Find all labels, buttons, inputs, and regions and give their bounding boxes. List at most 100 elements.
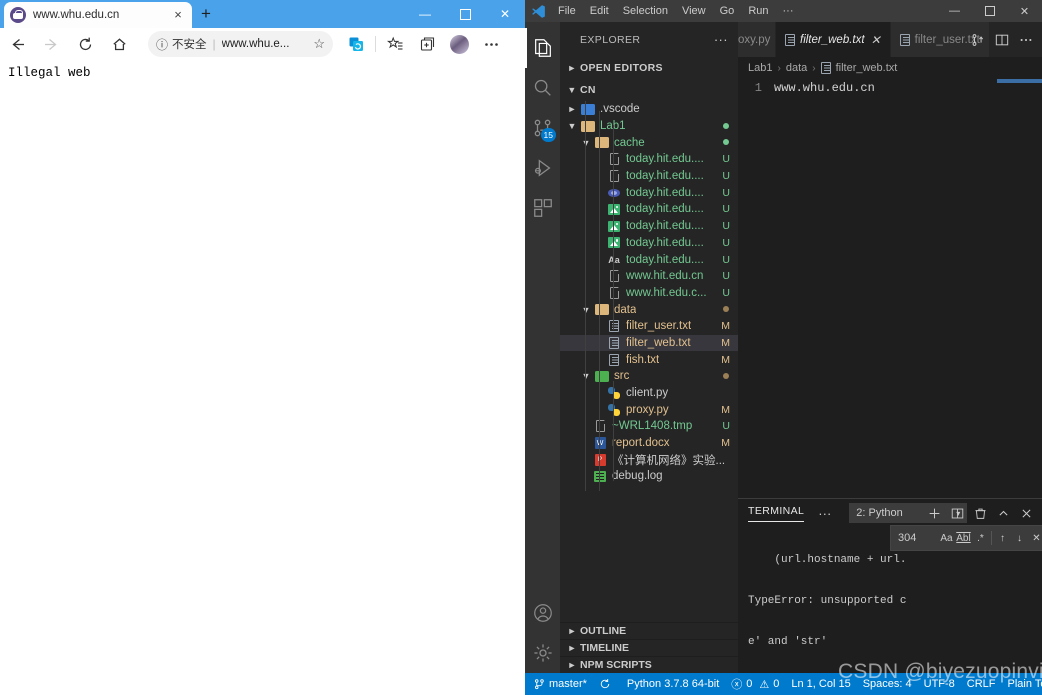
- menu-edit[interactable]: Edit: [583, 0, 616, 22]
- menu-selection[interactable]: Selection: [616, 0, 675, 22]
- editor-tab-proxy[interactable]: oxy.py: [738, 22, 776, 57]
- status-sync[interactable]: [593, 673, 621, 695]
- section-npm-scripts[interactable]: ► NPM SCRIPTS: [560, 656, 738, 673]
- menu-go[interactable]: Go: [713, 0, 742, 22]
- find-close-icon[interactable]: ✕: [1028, 529, 1042, 547]
- tree-item[interactable]: ▼ data: [560, 301, 738, 318]
- code-editor[interactable]: 1 www.whu.edu.cn: [738, 79, 1042, 529]
- whole-word-icon[interactable]: Abl: [955, 529, 972, 547]
- panel-more-icon[interactable]: ···: [818, 506, 831, 521]
- tree-item[interactable]: ▼ src: [560, 368, 738, 385]
- tree-item[interactable]: today.hit.edu.... U: [560, 201, 738, 218]
- minimize-button[interactable]: —: [405, 0, 445, 28]
- chevron-down-icon[interactable]: ▼: [564, 121, 580, 131]
- more-actions-icon[interactable]: [1014, 22, 1038, 57]
- vscode-minimize-button[interactable]: —: [937, 0, 972, 22]
- reload-icon[interactable]: [68, 30, 102, 60]
- tree-item[interactable]: Aatoday.hit.edu....U: [560, 251, 738, 268]
- back-icon[interactable]: [0, 30, 34, 60]
- status-eol[interactable]: CRLF: [961, 673, 1002, 695]
- minimap-slider[interactable]: [997, 79, 1042, 83]
- new-terminal-icon[interactable]: [923, 499, 946, 527]
- tree-item[interactable]: ► .vscode: [560, 101, 738, 118]
- chevron-down-icon[interactable]: ▼: [578, 371, 594, 381]
- section-outline[interactable]: ► OUTLINE: [560, 622, 738, 639]
- find-previous-icon[interactable]: ↑: [994, 529, 1011, 547]
- add-tab-icon[interactable]: [411, 31, 443, 57]
- home-icon[interactable]: [102, 30, 136, 60]
- tree-item[interactable]: today.hit.edu.... U: [560, 168, 738, 185]
- tree-item[interactable]: www.hit.edu.c... U: [560, 285, 738, 302]
- explorer-icon[interactable]: [525, 28, 560, 68]
- vscode-close-button[interactable]: ✕: [1007, 0, 1042, 22]
- browser-tab[interactable]: www.whu.edu.cn ×: [4, 2, 192, 28]
- menu-more[interactable]: ···: [776, 0, 801, 22]
- maximize-panel-icon[interactable]: [992, 499, 1015, 527]
- accounts-icon[interactable]: [525, 593, 560, 633]
- address-bar[interactable]: ⓘ 不安全 | www.whu.e... ☆: [148, 31, 333, 57]
- editor-tab-filter-web[interactable]: filter_web.txt ✕: [776, 22, 891, 57]
- status-branch[interactable]: master*: [525, 673, 593, 695]
- search-icon[interactable]: [525, 68, 560, 108]
- tree-item[interactable]: fish.txt M: [560, 351, 738, 368]
- menu-view[interactable]: View: [675, 0, 713, 22]
- close-button[interactable]: ✕: [485, 0, 525, 28]
- section-timeline[interactable]: ► TIMELINE: [560, 639, 738, 656]
- menu-file[interactable]: File: [551, 0, 583, 22]
- section-open-editors[interactable]: ► OPEN EDITORS: [560, 57, 738, 79]
- status-problems[interactable]: ⓧ 0 ⚠ 0: [725, 673, 785, 695]
- split-terminal-icon[interactable]: [946, 499, 969, 527]
- tree-item[interactable]: filter_user.txt M: [560, 318, 738, 335]
- match-case-icon[interactable]: Aa: [938, 529, 955, 547]
- breadcrumb-item-file[interactable]: filter_web.txt: [836, 62, 898, 74]
- tab-terminal[interactable]: TERMINAL: [748, 505, 805, 522]
- tree-item[interactable]: filter_web.txt M: [560, 334, 738, 352]
- more-icon[interactable]: [475, 31, 507, 57]
- chevron-right-icon[interactable]: ►: [564, 104, 580, 114]
- status-indentation[interactable]: Spaces: 4: [857, 673, 918, 695]
- section-workspace-root[interactable]: ▼ CN: [560, 79, 738, 101]
- menu-run[interactable]: Run: [741, 0, 775, 22]
- chevron-down-icon[interactable]: ▼: [578, 305, 594, 315]
- forward-icon[interactable]: [34, 30, 68, 60]
- close-panel-icon[interactable]: [1015, 499, 1038, 527]
- bookmark-star-icon[interactable]: ☆: [313, 36, 325, 52]
- close-tab-icon[interactable]: ✕: [871, 33, 881, 47]
- split-editor-icon[interactable]: [990, 22, 1014, 57]
- source-control-icon[interactable]: 15: [525, 108, 560, 148]
- tree-item[interactable]: ▼Lab1: [560, 118, 738, 135]
- tree-item[interactable]: proxy.py M: [560, 401, 738, 418]
- tree-item[interactable]: client.py: [560, 385, 738, 402]
- settings-gear-icon[interactable]: [525, 633, 560, 673]
- profile-avatar[interactable]: [443, 31, 475, 57]
- split-vertical-icon[interactable]: [966, 22, 990, 57]
- status-python[interactable]: Python 3.7.8 64-bit: [621, 673, 725, 695]
- extensions-icon[interactable]: [525, 188, 560, 228]
- tree-item[interactable]: today.hit.edu.... U: [560, 218, 738, 235]
- status-language-mode[interactable]: Plain Text: [1002, 673, 1042, 695]
- favorites-icon[interactable]: [379, 31, 411, 57]
- terminal-find-widget[interactable]: 304 Aa Abl .* ↑ ↓ ✕: [890, 525, 1042, 551]
- tree-item[interactable]: www.hit.edu.cn U: [560, 268, 738, 285]
- close-tab-icon[interactable]: ×: [170, 8, 186, 22]
- maximize-button[interactable]: [445, 0, 485, 28]
- tree-item[interactable]: debug.log: [560, 468, 738, 485]
- info-icon[interactable]: ⓘ: [156, 36, 168, 53]
- regex-icon[interactable]: .*: [972, 529, 989, 547]
- status-cursor-position[interactable]: Ln 1, Col 15: [785, 673, 856, 695]
- tree-item[interactable]: ▼ cache: [560, 134, 738, 151]
- new-tab-button[interactable]: +: [196, 5, 216, 23]
- tree-item[interactable]: today.hit.edu.... U: [560, 235, 738, 252]
- status-encoding[interactable]: UTF-8: [918, 673, 961, 695]
- chevron-down-icon[interactable]: ▼: [578, 138, 594, 148]
- tree-item[interactable]: Wreport.docx M: [560, 435, 738, 452]
- breadcrumb-item-lab1[interactable]: Lab1: [748, 62, 772, 74]
- tree-item[interactable]: today.hit.edu.... U: [560, 184, 738, 201]
- sidebar-more-icon[interactable]: ···: [714, 32, 728, 47]
- breadcrumb-item-data[interactable]: data: [786, 62, 807, 74]
- collections-icon[interactable]: [340, 31, 372, 57]
- find-input[interactable]: 304: [895, 532, 938, 544]
- tree-item[interactable]: P 《计算机网络》实验...: [560, 451, 738, 468]
- tree-item[interactable]: ~WRL1408.tmp U: [560, 418, 738, 435]
- run-debug-icon[interactable]: [525, 148, 560, 188]
